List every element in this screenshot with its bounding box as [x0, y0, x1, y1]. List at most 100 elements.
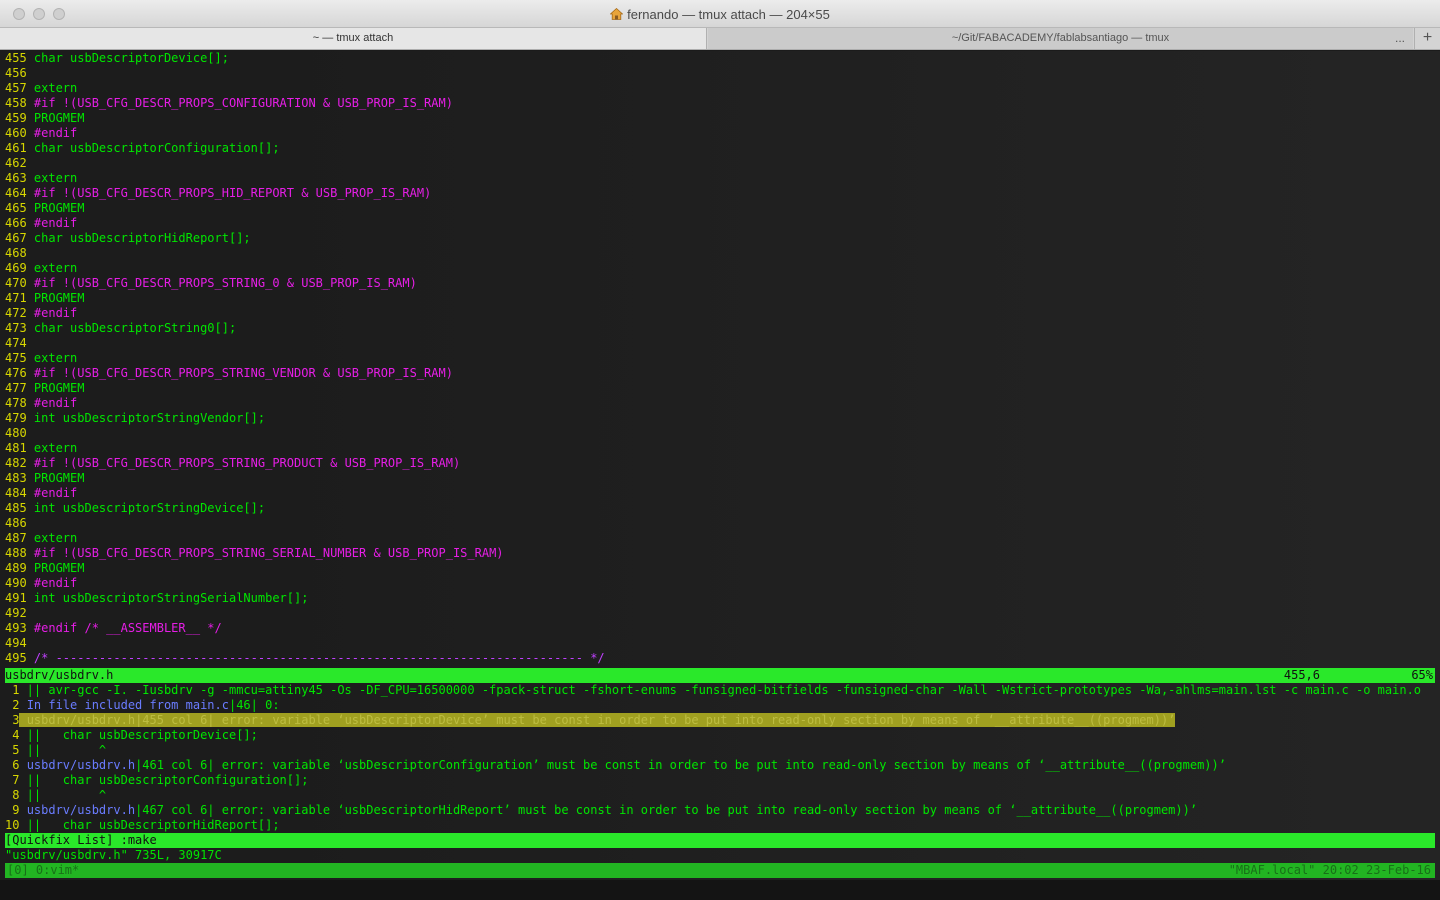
quickfix-entry: usbdrv/usbdrv.h|461 col 6| error: variab…	[19, 758, 1226, 772]
code-line[interactable]: 490 #endif	[5, 576, 1435, 591]
window-title: fernando — tmux attach — 204×55	[627, 7, 830, 22]
quickfix-item[interactable]: 7 || char usbDescriptorConfiguration[];	[5, 773, 1435, 788]
quickfix-item[interactable]: 4 || char usbDescriptorDevice[];	[5, 728, 1435, 743]
code-line[interactable]: 469 extern	[5, 261, 1435, 276]
new-tab-button[interactable]: +	[1414, 28, 1440, 49]
line-number: 475	[5, 351, 27, 365]
code-line[interactable]: 491 int usbDescriptorStringSerialNumber[…	[5, 591, 1435, 606]
code-line[interactable]: 470 #if !(USB_CFG_DESCR_PROPS_STRING_0 &…	[5, 276, 1435, 291]
quickfix-text: || char usbDescriptorHidReport[];	[19, 818, 280, 832]
tab-fablabsantiago[interactable]: ~/Git/FABACADEMY/fablabsantiago — tmux	[708, 28, 1413, 49]
quickfix-item[interactable]: 2 In file included from main.c|46| 0:	[5, 698, 1435, 713]
quickfix-line-number: 8	[5, 788, 20, 802]
code-line[interactable]: 478 #endif	[5, 396, 1435, 411]
quickfix-item[interactable]: 1 || avr-gcc -I. -Iusbdrv -g -mmcu=attin…	[5, 683, 1435, 698]
code-line[interactable]: 477 PROGMEM	[5, 381, 1435, 396]
window-titlebar: fernando — tmux attach — 204×55	[0, 0, 1440, 28]
code-line[interactable]: 485 int usbDescriptorStringDevice[];	[5, 501, 1435, 516]
code-line[interactable]: 493 #endif /* __ASSEMBLER__ */	[5, 621, 1435, 636]
code-text: #endif	[26, 576, 78, 590]
code-line[interactable]: 464 #if !(USB_CFG_DESCR_PROPS_HID_REPORT…	[5, 186, 1435, 201]
line-number: 462	[5, 156, 27, 170]
code-line[interactable]: 487 extern	[5, 531, 1435, 546]
code-line[interactable]: 480	[5, 426, 1435, 441]
code-line[interactable]: 472 #endif	[5, 306, 1435, 321]
tab-tmux-attach[interactable]: ~ — tmux attach	[0, 28, 707, 49]
quickfix-text: |455 col 6| error: variable ‘usbDescript…	[135, 713, 1176, 727]
line-number: 465	[5, 201, 27, 215]
code-line[interactable]: 484 #endif	[5, 486, 1435, 501]
quickfix-item[interactable]: 5 || ^	[5, 743, 1435, 758]
code-text: PROGMEM	[26, 111, 85, 125]
code-line[interactable]: 489 PROGMEM	[5, 561, 1435, 576]
code-line[interactable]: 473 char usbDescriptorString0[];	[5, 321, 1435, 336]
quickfix-entry: || ^	[19, 743, 106, 757]
quickfix-item[interactable]: 6 usbdrv/usbdrv.h|461 col 6| error: vari…	[5, 758, 1435, 773]
code-line[interactable]: 479 int usbDescriptorStringVendor[];	[5, 411, 1435, 426]
code-line[interactable]: 481 extern	[5, 441, 1435, 456]
home-icon	[610, 8, 624, 20]
code-text: char usbDescriptorConfiguration[];	[26, 141, 280, 155]
quickfix-item-selected[interactable]: 3 usbdrv/usbdrv.h|455 col 6| error: vari…	[5, 713, 1435, 728]
code-text: extern	[26, 171, 78, 185]
quickfix-text: || char usbDescriptorDevice[];	[19, 728, 258, 742]
code-text: char usbDescriptorHidReport[];	[26, 231, 251, 245]
code-line[interactable]: 463 extern	[5, 171, 1435, 186]
line-number: 474	[5, 336, 27, 350]
code-line[interactable]: 483 PROGMEM	[5, 471, 1435, 486]
quickfix-entry: || avr-gcc -I. -Iusbdrv -g -mmcu=attiny4…	[19, 683, 1421, 697]
code-line[interactable]: 495 /* ---------------------------------…	[5, 651, 1435, 666]
code-line[interactable]: 465 PROGMEM	[5, 201, 1435, 216]
code-line[interactable]: 475 extern	[5, 351, 1435, 366]
code-text: #if !(USB_CFG_DESCR_PROPS_STRING_SERIAL_…	[26, 546, 504, 560]
code-line[interactable]: 460 #endif	[5, 126, 1435, 141]
tab-bar: ~ — tmux attach ~/Git/FABACADEMY/fablabs…	[0, 28, 1440, 50]
code-line[interactable]: 459 PROGMEM	[5, 111, 1435, 126]
line-number: 493	[5, 621, 27, 635]
line-number: 459	[5, 111, 27, 125]
code-line[interactable]: 456	[5, 66, 1435, 81]
code-line[interactable]: 494	[5, 636, 1435, 651]
quickfix-item[interactable]: 10 || char usbDescriptorHidReport[];	[5, 818, 1435, 833]
code-line[interactable]: 492	[5, 606, 1435, 621]
terminal-view[interactable]: 455 char usbDescriptorDevice[]; 456 457 ex…	[0, 51, 1440, 900]
code-text: extern	[26, 441, 78, 455]
code-line[interactable]: 474	[5, 336, 1435, 351]
code-line[interactable]: 458 #if !(USB_CFG_DESCR_PROPS_CONFIGURAT…	[5, 96, 1435, 111]
quickfix-filename[interactable]: usbdrv/usbdrv.h	[27, 758, 135, 772]
code-line[interactable]: 457 extern	[5, 81, 1435, 96]
vim-code-buffer[interactable]: 455 char usbDescriptorDevice[]; 456 457 ex…	[5, 51, 1435, 666]
code-line[interactable]: 462	[5, 156, 1435, 171]
code-line[interactable]: 461 char usbDescriptorConfiguration[];	[5, 141, 1435, 156]
code-text: #if !(USB_CFG_DESCR_PROPS_STRING_0 & USB…	[26, 276, 417, 290]
quickfix-line-number: 2	[5, 698, 20, 712]
line-number: 470	[5, 276, 27, 290]
quickfix-line-number: 1	[5, 683, 20, 697]
code-text: #if !(USB_CFG_DESCR_PROPS_STRING_PRODUCT…	[26, 456, 461, 470]
vim-command-line[interactable]: "usbdrv/usbdrv.h" 735L, 30917C	[5, 848, 1435, 863]
tmux-window-list[interactable]: [0] 0:vim*	[7, 863, 79, 878]
code-line[interactable]: 488 #if !(USB_CFG_DESCR_PROPS_STRING_SER…	[5, 546, 1435, 561]
quickfix-item[interactable]: 9 usbdrv/usbdrv.h|467 col 6| error: vari…	[5, 803, 1435, 818]
line-number: 457	[5, 81, 27, 95]
code-line[interactable]: 482 #if !(USB_CFG_DESCR_PROPS_STRING_PRO…	[5, 456, 1435, 471]
code-line[interactable]: 468	[5, 246, 1435, 261]
code-line[interactable]: 466 #endif	[5, 216, 1435, 231]
code-line[interactable]: 455 char usbDescriptorDevice[];	[5, 51, 1435, 66]
tab-overflow-button[interactable]: ...	[1395, 28, 1405, 49]
quickfix-filename[interactable]: In file included from main.c	[27, 698, 229, 712]
code-line[interactable]: 471 PROGMEM	[5, 291, 1435, 306]
code-line[interactable]: 486	[5, 516, 1435, 531]
quickfix-item[interactable]: 8 || ^	[5, 788, 1435, 803]
code-text: extern	[26, 351, 78, 365]
quickfix-filename[interactable]: usbdrv/usbdrv.h	[27, 713, 135, 727]
code-text: extern	[26, 261, 78, 275]
code-line[interactable]: 467 char usbDescriptorHidReport[];	[5, 231, 1435, 246]
code-line[interactable]: 476 #if !(USB_CFG_DESCR_PROPS_STRING_VEN…	[5, 366, 1435, 381]
quickfix-filename[interactable]: usbdrv/usbdrv.h	[27, 803, 135, 817]
quickfix-list[interactable]: 1 || avr-gcc -I. -Iusbdrv -g -mmcu=attin…	[5, 683, 1435, 833]
line-number: 460	[5, 126, 27, 140]
quickfix-entry: || ^	[19, 788, 106, 802]
code-text: char usbDescriptorString0[];	[26, 321, 237, 335]
code-text: #if !(USB_CFG_DESCR_PROPS_HID_REPORT & U…	[26, 186, 432, 200]
